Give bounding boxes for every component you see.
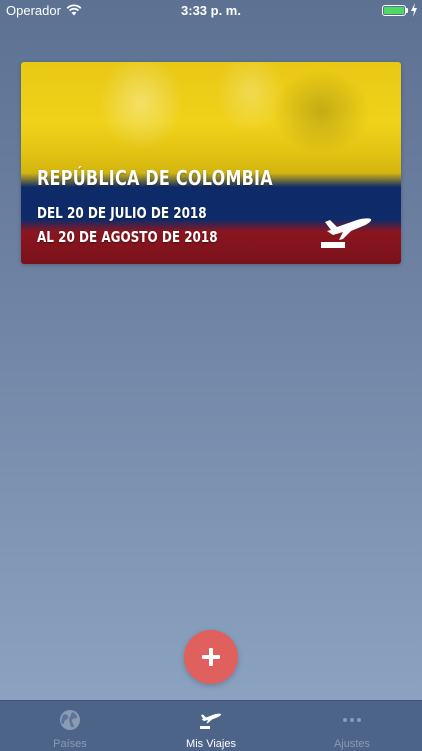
more-icon	[343, 718, 361, 722]
trip-card[interactable]: REPÚBLICA DE COLOMBIA DEL 20 DE JULIO DE…	[21, 62, 401, 264]
trip-date-to: AL 20 DE AGOSTO DE 2018	[37, 228, 218, 246]
tab-label: Ajustes	[333, 738, 371, 750]
battery-icon	[382, 5, 406, 16]
tab-paises[interactable]: Países	[0, 701, 140, 751]
plane-departure-icon	[200, 713, 222, 729]
add-trip-button[interactable]	[184, 630, 238, 684]
tab-label: Países	[53, 738, 87, 750]
trip-country: REPÚBLICA DE COLOMBIA	[37, 166, 273, 190]
plane-departure-icon	[321, 218, 372, 248]
plus-icon	[202, 648, 220, 666]
battery-tip	[406, 8, 408, 13]
charging-bolt-icon	[411, 3, 417, 17]
tab-mis-viajes[interactable]: Mis Viajes	[141, 701, 281, 751]
tab-label: Mis Viajes	[186, 738, 236, 750]
status-time: 3:33 p. m.	[181, 3, 241, 18]
tab-ajustes[interactable]: Ajustes	[282, 701, 422, 751]
trip-date-from: DEL 20 DE JULIO DE 2018	[37, 204, 207, 222]
status-bar: Operador 3:33 p. m.	[0, 0, 422, 22]
globe-icon	[60, 710, 80, 730]
tab-bar: Países Mis Viajes Ajustes	[0, 700, 422, 751]
